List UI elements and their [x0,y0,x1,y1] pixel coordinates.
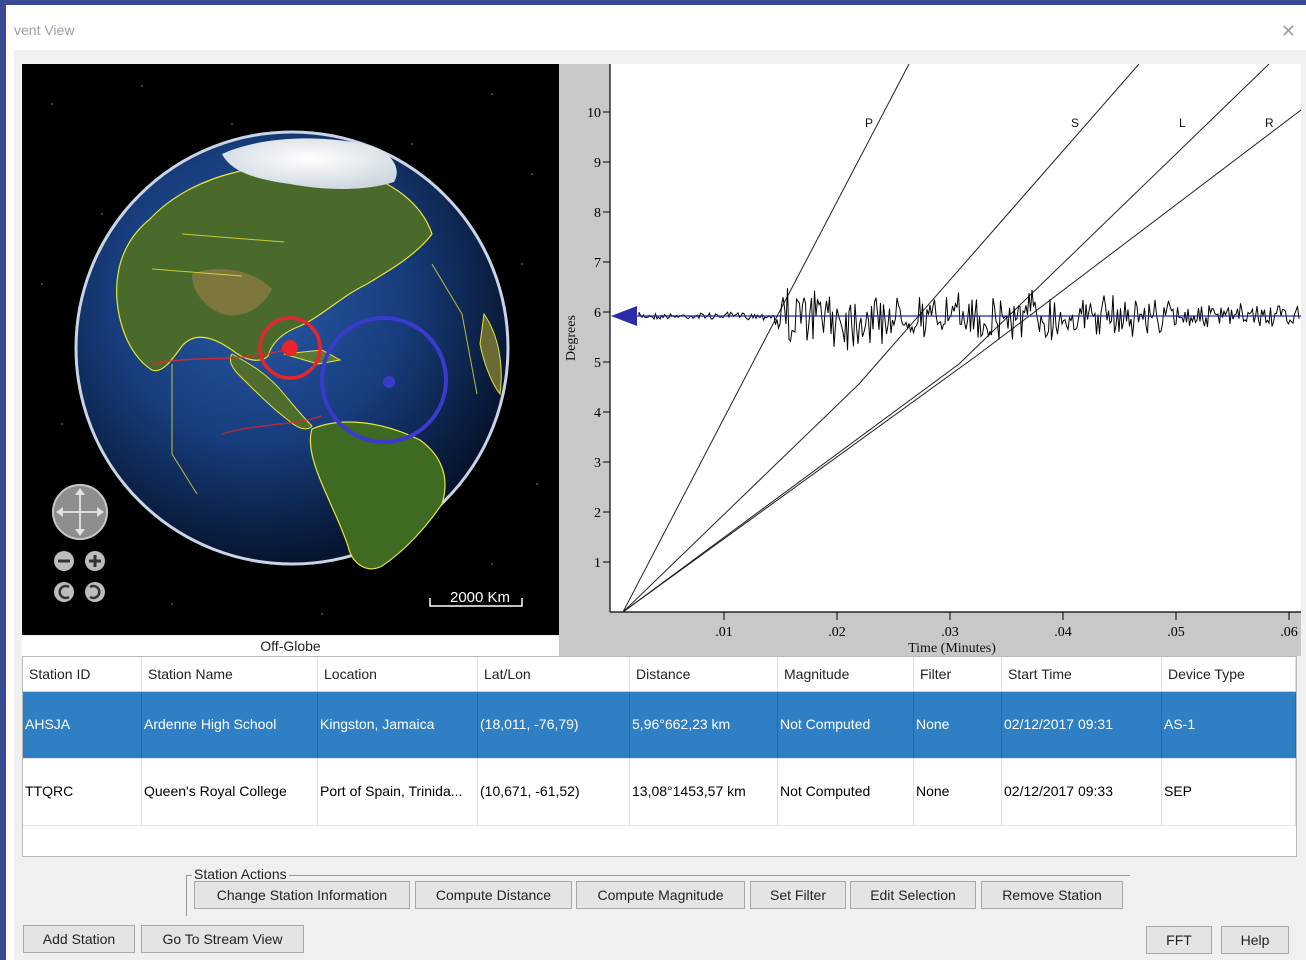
zoom-out-icon[interactable] [54,551,74,571]
x-ticks: .01 .02 .03 .04 .05 .06 [715,612,1298,640]
header-distance[interactable]: Distance [630,657,778,691]
y-tick-label: 9 [594,156,601,171]
y-tick-label: 8 [594,206,601,221]
off-globe-label: Off-Globe [22,636,559,656]
close-icon[interactable]: ✕ [1281,21,1296,42]
cell-magnitude: Not Computed [778,692,914,758]
y-tick-label: 1 [594,556,601,571]
header-filter[interactable]: Filter [914,657,1002,691]
compute-distance-button[interactable]: Compute Distance [415,881,572,909]
cell-magnitude: Not Computed [778,759,914,825]
edit-selection-button[interactable]: Edit Selection [850,881,976,909]
cell-distance: 5,96°662,23 km [630,692,778,758]
y-tick-label: 10 [587,106,601,121]
station-table: Station ID Station Name Location Lat/Lon… [22,656,1297,857]
help-button[interactable]: Help [1221,926,1289,954]
change-station-information-button[interactable]: Change Station Information [194,881,410,909]
cell-device-type: AS-1 [1162,692,1296,758]
window-title: vent View [14,22,75,38]
station-marker[interactable] [383,376,395,388]
globe-svg: 2000 Km [22,64,559,635]
rotate-left-icon[interactable] [54,582,74,602]
cell-device-type: SEP [1162,759,1296,825]
add-station-button[interactable]: Add Station [23,925,135,953]
x-tick-label: .04 [1054,625,1072,640]
phase-label-r: R [1265,116,1274,130]
cell-filter: None [914,692,1002,758]
table-header: Station ID Station Name Location Lat/Lon… [23,657,1296,692]
y-axis-label: Degrees [564,315,579,361]
globe-view[interactable]: 2000 Km [22,64,559,635]
y-tick-label: 7 [594,256,601,271]
cell-start-time: 02/12/2017 09:31 [1002,692,1162,758]
y-tick-label: 3 [594,456,601,471]
cell-station-name: Ardenne High School [142,692,318,758]
table-row[interactable]: AHSJA Ardenne High School Kingston, Jama… [23,692,1296,759]
seismogram-svg: 1 2 3 4 5 6 7 8 9 10 .01 .02 .03 .04 .05 .06 Degrees T… [564,63,1302,656]
cell-filter: None [914,759,1002,825]
y-tick-label: 6 [594,306,601,321]
phase-label-p: P [865,116,873,130]
cell-latlon: (18,011, -76,79) [478,692,630,758]
table-row[interactable]: TTQRC Queen's Royal College Port of Spai… [23,759,1296,826]
header-station-id[interactable]: Station ID [23,657,142,691]
header-start-time[interactable]: Start Time [1002,657,1162,691]
x-tick-label: .02 [828,625,846,640]
x-tick-label: .06 [1280,625,1298,640]
cell-station-id: AHSJA [23,692,142,758]
phase-label-s: S [1071,116,1079,130]
y-ticks: 1 2 3 4 5 6 7 8 9 10 [587,106,610,571]
station-actions-label: Station Actions [192,866,289,882]
compute-magnitude-button[interactable]: Compute Magnitude [576,881,745,909]
cell-location: Kingston, Jamaica [318,692,478,758]
remove-station-button[interactable]: Remove Station [981,881,1123,909]
header-latlon[interactable]: Lat/Lon [478,657,630,691]
y-tick-label: 4 [594,406,601,421]
x-tick-label: .01 [715,625,733,640]
cell-distance: 13,08°1453,57 km [630,759,778,825]
header-location[interactable]: Location [318,657,478,691]
zoom-in-icon[interactable] [85,551,105,571]
fft-button[interactable]: FFT [1146,926,1212,954]
y-tick-label: 5 [594,356,601,371]
x-tick-label: .05 [1167,625,1185,640]
title-bar: vent View ✕ [6,5,1306,50]
cell-location: Port of Spain, Trinida... [318,759,478,825]
y-tick-label: 2 [594,506,601,521]
cell-start-time: 02/12/2017 09:33 [1002,759,1162,825]
plot-area [610,64,1301,612]
x-tick-label: .03 [941,625,959,640]
cell-station-id: TTQRC [23,759,142,825]
set-filter-button[interactable]: Set Filter [750,881,846,909]
seismogram-view[interactable]: 1 2 3 4 5 6 7 8 9 10 .01 .02 .03 .04 .05 .06 Degrees T… [559,63,1302,656]
rotate-right-icon[interactable] [85,582,105,602]
phase-label-l: L [1179,116,1186,130]
header-station-name[interactable]: Station Name [142,657,318,691]
cell-latlon: (10,671, -61,52) [478,759,630,825]
header-magnitude[interactable]: Magnitude [778,657,914,691]
header-device-type[interactable]: Device Type [1162,657,1296,691]
x-axis-label: Time (Minutes) [908,641,996,656]
cell-station-name: Queen's Royal College [142,759,318,825]
go-to-stream-view-button[interactable]: Go To Stream View [141,925,304,953]
scale-label: 2000 Km [450,589,510,606]
pan-control-icon[interactable] [52,484,108,540]
